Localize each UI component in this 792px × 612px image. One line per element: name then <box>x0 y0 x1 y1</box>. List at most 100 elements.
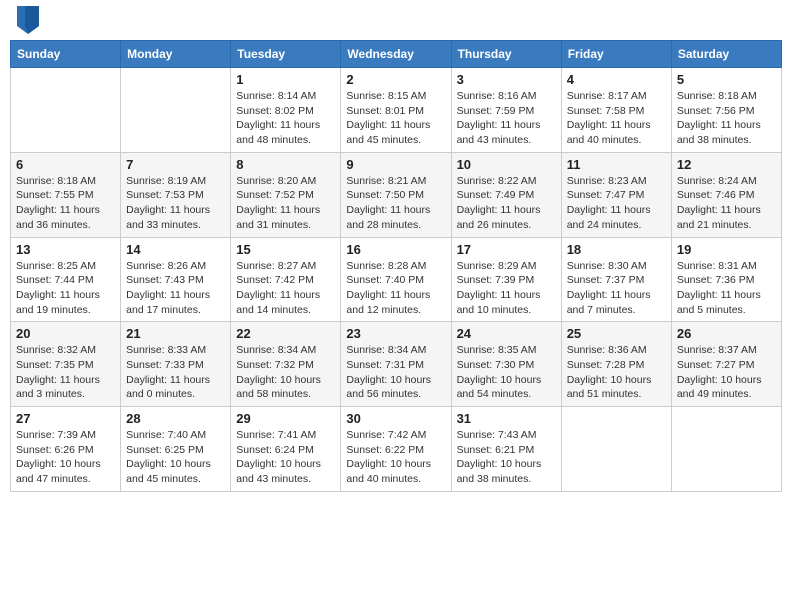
day-number: 8 <box>236 157 335 172</box>
day-info: Sunrise: 7:41 AM Sunset: 6:24 PM Dayligh… <box>236 428 335 487</box>
calendar-day-cell: 24 Sunrise: 8:35 AM Sunset: 7:30 PM Dayli… <box>451 322 561 407</box>
calendar-day-cell: 16 Sunrise: 8:28 AM Sunset: 7:40 PM Dayli… <box>341 237 451 322</box>
calendar-day-cell: 8 Sunrise: 8:20 AM Sunset: 7:52 PM Daylig… <box>231 152 341 237</box>
day-info: Sunrise: 8:18 AM Sunset: 7:56 PM Dayligh… <box>677 89 776 148</box>
calendar-day-cell: 22 Sunrise: 8:34 AM Sunset: 7:32 PM Dayli… <box>231 322 341 407</box>
day-info: Sunrise: 8:23 AM Sunset: 7:47 PM Dayligh… <box>567 174 666 233</box>
calendar-day-cell: 4Sunrise: 8:17 AM Sunset: 7:58 PM Daylig… <box>561 68 671 153</box>
day-info: Sunrise: 8:22 AM Sunset: 7:49 PM Dayligh… <box>457 174 556 233</box>
calendar-day-cell: 15 Sunrise: 8:27 AM Sunset: 7:42 PM Dayli… <box>231 237 341 322</box>
day-info: Sunrise: 8:27 AM Sunset: 7:42 PM Dayligh… <box>236 259 335 318</box>
day-info: Sunrise: 8:35 AM Sunset: 7:30 PM Dayligh… <box>457 343 556 402</box>
day-of-week-header: Wednesday <box>341 41 451 68</box>
calendar-table: SundayMondayTuesdayWednesdayThursdayFrid… <box>10 40 782 492</box>
calendar-day-cell: 11 Sunrise: 8:23 AM Sunset: 7:47 PM Dayli… <box>561 152 671 237</box>
calendar-week-row: 6 Sunrise: 8:18 AM Sunset: 7:55 PM Daylig… <box>11 152 782 237</box>
day-number: 23 <box>346 326 445 341</box>
day-info: Sunrise: 8:24 AM Sunset: 7:46 PM Dayligh… <box>677 174 776 233</box>
day-number: 24 <box>457 326 556 341</box>
logo-icon <box>17 6 39 34</box>
day-number: 10 <box>457 157 556 172</box>
day-info: Sunrise: 8:29 AM Sunset: 7:39 PM Dayligh… <box>457 259 556 318</box>
calendar-day-cell <box>121 68 231 153</box>
day-info: Sunrise: 8:28 AM Sunset: 7:40 PM Dayligh… <box>346 259 445 318</box>
calendar-day-cell: 6 Sunrise: 8:18 AM Sunset: 7:55 PM Daylig… <box>11 152 121 237</box>
day-number: 9 <box>346 157 445 172</box>
day-number: 4 <box>567 72 666 87</box>
calendar-day-cell: 29 Sunrise: 7:41 AM Sunset: 6:24 PM Dayli… <box>231 407 341 492</box>
logo <box>14 10 39 34</box>
day-info: Sunrise: 8:15 AM Sunset: 8:01 PM Dayligh… <box>346 89 445 148</box>
day-of-week-header: Friday <box>561 41 671 68</box>
calendar-day-cell: 7Sunrise: 8:19 AM Sunset: 7:53 PM Daylig… <box>121 152 231 237</box>
day-number: 12 <box>677 157 776 172</box>
calendar-day-cell <box>671 407 781 492</box>
calendar-day-cell: 19 Sunrise: 8:31 AM Sunset: 7:36 PM Dayli… <box>671 237 781 322</box>
day-number: 3 <box>457 72 556 87</box>
calendar-day-cell: 2 Sunrise: 8:15 AM Sunset: 8:01 PM Daylig… <box>341 68 451 153</box>
day-number: 20 <box>16 326 115 341</box>
day-number: 16 <box>346 242 445 257</box>
day-number: 11 <box>567 157 666 172</box>
calendar-week-row: 27 Sunrise: 7:39 AM Sunset: 6:26 PM Dayli… <box>11 407 782 492</box>
day-number: 30 <box>346 411 445 426</box>
day-number: 14 <box>126 242 225 257</box>
calendar-day-cell: 31 Sunrise: 7:43 AM Sunset: 6:21 PM Dayli… <box>451 407 561 492</box>
day-info: Sunrise: 8:36 AM Sunset: 7:28 PM Dayligh… <box>567 343 666 402</box>
day-number: 15 <box>236 242 335 257</box>
day-number: 19 <box>677 242 776 257</box>
day-info: Sunrise: 7:40 AM Sunset: 6:25 PM Dayligh… <box>126 428 225 487</box>
day-number: 6 <box>16 157 115 172</box>
day-number: 2 <box>346 72 445 87</box>
day-of-week-header: Sunday <box>11 41 121 68</box>
calendar-day-cell: 10 Sunrise: 8:22 AM Sunset: 7:49 PM Dayli… <box>451 152 561 237</box>
calendar-day-cell: 30Sunrise: 7:42 AM Sunset: 6:22 PM Dayli… <box>341 407 451 492</box>
day-info: Sunrise: 8:26 AM Sunset: 7:43 PM Dayligh… <box>126 259 225 318</box>
day-info: Sunrise: 8:33 AM Sunset: 7:33 PM Dayligh… <box>126 343 225 402</box>
day-info: Sunrise: 8:34 AM Sunset: 7:31 PM Dayligh… <box>346 343 445 402</box>
day-number: 31 <box>457 411 556 426</box>
day-of-week-header: Thursday <box>451 41 561 68</box>
calendar-day-cell: 23 Sunrise: 8:34 AM Sunset: 7:31 PM Dayli… <box>341 322 451 407</box>
day-number: 21 <box>126 326 225 341</box>
day-of-week-header: Tuesday <box>231 41 341 68</box>
calendar-day-cell: 27 Sunrise: 7:39 AM Sunset: 6:26 PM Dayli… <box>11 407 121 492</box>
calendar-day-cell: 28 Sunrise: 7:40 AM Sunset: 6:25 PM Dayli… <box>121 407 231 492</box>
day-info: Sunrise: 8:31 AM Sunset: 7:36 PM Dayligh… <box>677 259 776 318</box>
day-info: Sunrise: 8:18 AM Sunset: 7:55 PM Dayligh… <box>16 174 115 233</box>
calendar-day-cell: 3Sunrise: 8:16 AM Sunset: 7:59 PM Daylig… <box>451 68 561 153</box>
calendar-week-row: 20 Sunrise: 8:32 AM Sunset: 7:35 PM Dayli… <box>11 322 782 407</box>
day-info: Sunrise: 7:43 AM Sunset: 6:21 PM Dayligh… <box>457 428 556 487</box>
day-info: Sunrise: 8:32 AM Sunset: 7:35 PM Dayligh… <box>16 343 115 402</box>
day-info: Sunrise: 7:39 AM Sunset: 6:26 PM Dayligh… <box>16 428 115 487</box>
calendar-day-cell: 1 Sunrise: 8:14 AM Sunset: 8:02 PM Daylig… <box>231 68 341 153</box>
calendar-day-cell: 12 Sunrise: 8:24 AM Sunset: 7:46 PM Dayli… <box>671 152 781 237</box>
day-number: 1 <box>236 72 335 87</box>
calendar-day-cell <box>11 68 121 153</box>
day-number: 17 <box>457 242 556 257</box>
day-number: 7 <box>126 157 225 172</box>
day-info: Sunrise: 8:34 AM Sunset: 7:32 PM Dayligh… <box>236 343 335 402</box>
day-number: 26 <box>677 326 776 341</box>
day-number: 28 <box>126 411 225 426</box>
day-info: Sunrise: 8:25 AM Sunset: 7:44 PM Dayligh… <box>16 259 115 318</box>
day-info: Sunrise: 8:14 AM Sunset: 8:02 PM Dayligh… <box>236 89 335 148</box>
day-number: 27 <box>16 411 115 426</box>
day-info: Sunrise: 8:30 AM Sunset: 7:37 PM Dayligh… <box>567 259 666 318</box>
page-header <box>10 10 782 34</box>
day-number: 22 <box>236 326 335 341</box>
day-info: Sunrise: 8:20 AM Sunset: 7:52 PM Dayligh… <box>236 174 335 233</box>
day-number: 25 <box>567 326 666 341</box>
day-info: Sunrise: 8:21 AM Sunset: 7:50 PM Dayligh… <box>346 174 445 233</box>
calendar-day-cell: 25 Sunrise: 8:36 AM Sunset: 7:28 PM Dayli… <box>561 322 671 407</box>
day-number: 18 <box>567 242 666 257</box>
calendar-week-row: 13Sunrise: 8:25 AM Sunset: 7:44 PM Dayli… <box>11 237 782 322</box>
calendar-day-cell: 17 Sunrise: 8:29 AM Sunset: 7:39 PM Dayli… <box>451 237 561 322</box>
calendar-week-row: 1 Sunrise: 8:14 AM Sunset: 8:02 PM Daylig… <box>11 68 782 153</box>
calendar-day-cell: 18 Sunrise: 8:30 AM Sunset: 7:37 PM Dayli… <box>561 237 671 322</box>
calendar-day-cell <box>561 407 671 492</box>
day-number: 29 <box>236 411 335 426</box>
calendar-day-cell: 20 Sunrise: 8:32 AM Sunset: 7:35 PM Dayli… <box>11 322 121 407</box>
day-info: Sunrise: 8:37 AM Sunset: 7:27 PM Dayligh… <box>677 343 776 402</box>
day-of-week-header: Saturday <box>671 41 781 68</box>
